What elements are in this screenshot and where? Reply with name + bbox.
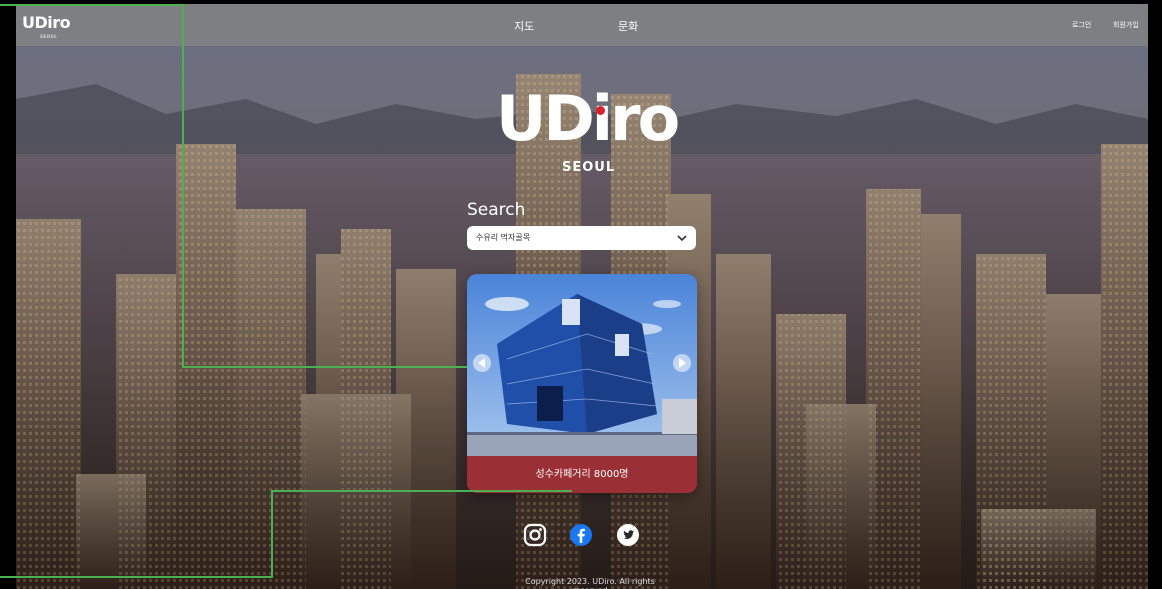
- chevron-right-icon: [679, 358, 686, 368]
- nav-link-map[interactable]: 지도: [514, 18, 534, 34]
- page-background: UDiro SEOUL 지도 문화 로그인 회원가입 UDiro SEOUL S…: [16, 4, 1148, 589]
- login-link[interactable]: 로그인: [1072, 20, 1091, 30]
- facebook-icon: [570, 524, 592, 546]
- hero-logo-subtext: SEOUL: [562, 160, 616, 175]
- hero-logo-text: UDiro: [496, 82, 680, 155]
- guide-line-middle: [182, 366, 467, 368]
- search-select[interactable]: 수유리 먹자골목: [467, 226, 696, 250]
- instagram-icon: [523, 523, 547, 547]
- search-label: Search: [467, 200, 526, 220]
- instagram-link[interactable]: [523, 523, 547, 547]
- carousel-prev-button[interactable]: [473, 354, 491, 372]
- hero-logo-dot: [596, 106, 605, 115]
- chevron-down-icon: [677, 235, 687, 242]
- brand-logo-text: UDiro: [22, 13, 71, 32]
- guide-line-lower: [272, 490, 572, 492]
- search-select-value: 수유리 먹자골목: [476, 233, 531, 242]
- guide-line-lower-vertical: [271, 490, 273, 578]
- facebook-link[interactable]: [569, 523, 593, 547]
- nav-link-culture[interactable]: 문화: [618, 18, 638, 34]
- guide-line-left-vertical: [182, 4, 184, 368]
- guide-line-top: [0, 4, 183, 6]
- signup-link[interactable]: 회원가입: [1113, 20, 1139, 30]
- carousel-image: [467, 274, 697, 456]
- twitter-link[interactable]: [616, 523, 640, 547]
- brand-logo-subtext: SEOUL: [40, 34, 58, 39]
- chevron-left-icon: [478, 358, 485, 368]
- twitter-icon: [617, 524, 639, 546]
- carousel-next-button[interactable]: [673, 354, 691, 372]
- guide-line-bottom: [0, 576, 273, 578]
- top-navigation-bar: UDiro SEOUL 지도 문화 로그인 회원가입: [16, 4, 1148, 46]
- copyright-text: Copyright 2023. UDiro. All rights reserv…: [525, 577, 655, 589]
- brand-logo[interactable]: UDiro SEOUL: [22, 13, 78, 41]
- hero-logo: UDiro SEOUL: [496, 82, 680, 180]
- carousel-caption: 성수카페거리 8000명: [467, 456, 697, 493]
- carousel-card: 성수카페거리 8000명: [467, 274, 697, 493]
